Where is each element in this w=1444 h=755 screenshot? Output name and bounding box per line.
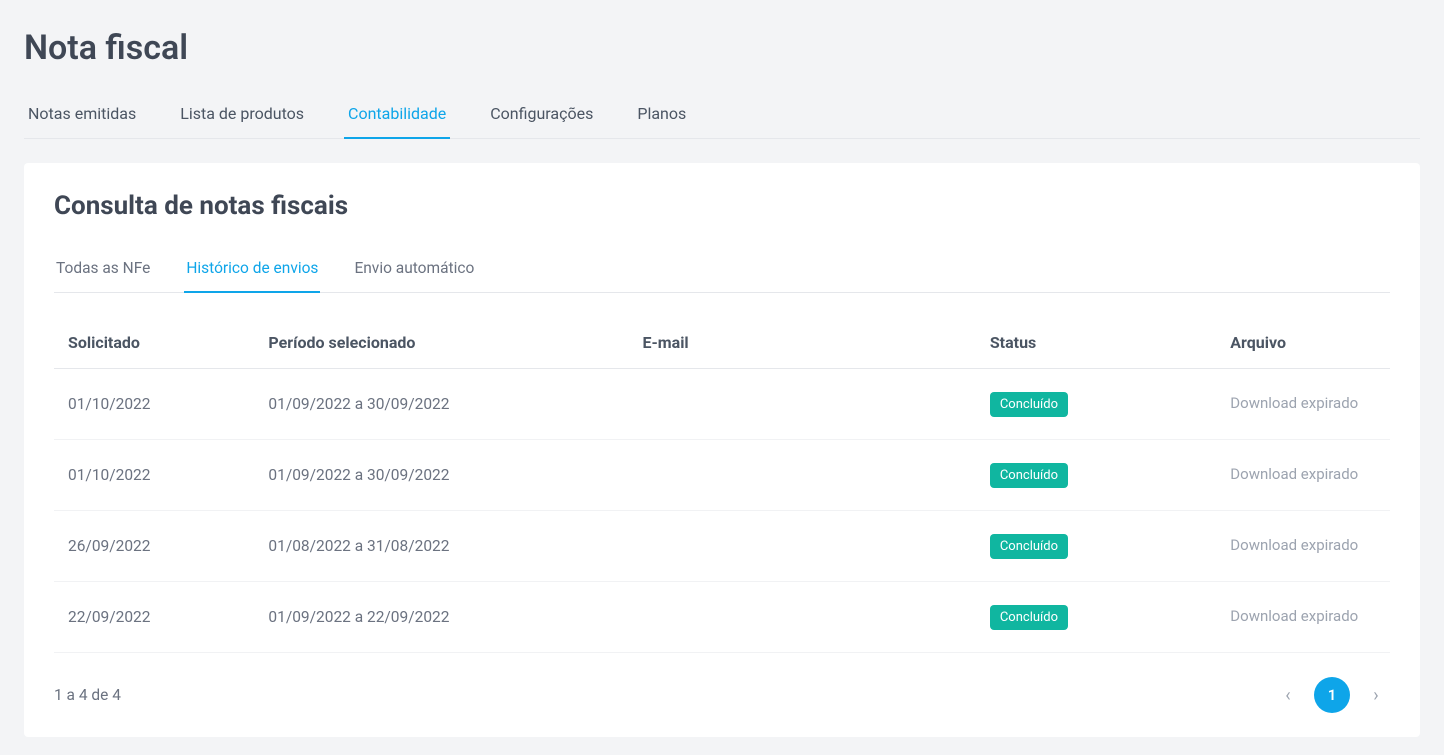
email-redacted (642, 602, 852, 628)
th-periodo: Período selecionado (254, 317, 628, 369)
subtab-historico-envios[interactable]: Histórico de envios (184, 249, 320, 293)
history-table: Solicitado Período selecionado E-mail St… (54, 317, 1390, 653)
cell-email (628, 511, 975, 582)
download-expired: Download expirado (1230, 394, 1358, 412)
subtab-todas-nfe[interactable]: Todas as NFe (54, 249, 152, 293)
cell-status: Concluído (976, 369, 1216, 440)
pagination-next[interactable]: › (1362, 681, 1390, 709)
status-badge: Concluído (990, 605, 1068, 630)
tab-configuracoes[interactable]: Configurações (486, 92, 597, 139)
cell-status: Concluído (976, 440, 1216, 511)
cell-periodo: 01/09/2022 a 30/09/2022 (254, 369, 628, 440)
table-row: 01/10/2022 01/09/2022 a 30/09/2022 Concl… (54, 369, 1390, 440)
pagination-prev[interactable]: ‹ (1274, 681, 1302, 709)
cell-periodo: 01/09/2022 a 30/09/2022 (254, 440, 628, 511)
pagination-page-1[interactable]: 1 (1314, 677, 1350, 713)
card-footer: 1 a 4 de 4 ‹ 1 › (54, 677, 1390, 713)
cell-email (628, 369, 975, 440)
download-expired: Download expirado (1230, 607, 1358, 625)
email-redacted (642, 389, 852, 415)
table-row: 01/10/2022 01/09/2022 a 30/09/2022 Concl… (54, 440, 1390, 511)
pagination: ‹ 1 › (1274, 677, 1390, 713)
email-redacted (642, 531, 852, 557)
cell-periodo: 01/08/2022 a 31/08/2022 (254, 511, 628, 582)
sub-tabs: Todas as NFe Histórico de envios Envio a… (54, 249, 1390, 293)
th-status: Status (976, 317, 1216, 369)
download-expired: Download expirado (1230, 536, 1358, 554)
tab-lista-de-produtos[interactable]: Lista de produtos (176, 92, 308, 139)
cell-arquivo: Download expirado (1216, 369, 1390, 440)
th-email: E-mail (628, 317, 975, 369)
cell-solicitado: 01/10/2022 (54, 369, 254, 440)
cell-status: Concluído (976, 511, 1216, 582)
cell-status: Concluído (976, 582, 1216, 653)
cell-email (628, 582, 975, 653)
table-row: 26/09/2022 01/08/2022 a 31/08/2022 Concl… (54, 511, 1390, 582)
status-badge: Concluído (990, 392, 1068, 417)
th-solicitado: Solicitado (54, 317, 254, 369)
table-row: 22/09/2022 01/09/2022 a 22/09/2022 Concl… (54, 582, 1390, 653)
cell-periodo: 01/09/2022 a 22/09/2022 (254, 582, 628, 653)
subtab-envio-automatico[interactable]: Envio automático (352, 249, 476, 293)
cell-arquivo: Download expirado (1216, 440, 1390, 511)
tab-notas-emitidas[interactable]: Notas emitidas (24, 92, 140, 139)
pagination-count: 1 a 4 de 4 (54, 686, 121, 704)
card-title: Consulta de notas fiscais (54, 191, 1390, 221)
cell-solicitado: 22/09/2022 (54, 582, 254, 653)
cell-solicitado: 01/10/2022 (54, 440, 254, 511)
download-expired: Download expirado (1230, 465, 1358, 483)
main-tabs: Notas emitidas Lista de produtos Contabi… (24, 92, 1420, 139)
cell-arquivo: Download expirado (1216, 582, 1390, 653)
tab-planos[interactable]: Planos (633, 92, 690, 139)
cell-solicitado: 26/09/2022 (54, 511, 254, 582)
email-redacted (642, 460, 852, 486)
cell-arquivo: Download expirado (1216, 511, 1390, 582)
page-title: Nota fiscal (24, 28, 1420, 68)
tab-contabilidade[interactable]: Contabilidade (344, 92, 450, 139)
status-badge: Concluído (990, 534, 1068, 559)
th-arquivo: Arquivo (1216, 317, 1390, 369)
chevron-right-icon: › (1373, 685, 1378, 706)
status-badge: Concluído (990, 463, 1068, 488)
chevron-left-icon: ‹ (1285, 685, 1290, 706)
cell-email (628, 440, 975, 511)
card-consulta: Consulta de notas fiscais Todas as NFe H… (24, 163, 1420, 737)
